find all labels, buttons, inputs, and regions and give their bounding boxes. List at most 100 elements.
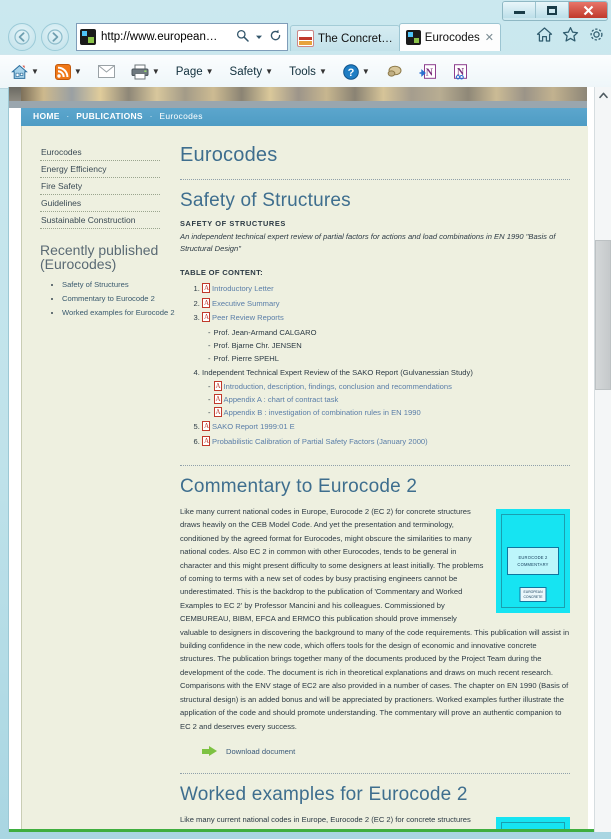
download-document-link[interactable]: Download document (202, 745, 570, 757)
page-menu[interactable]: Page ▼ (173, 60, 217, 84)
list-item[interactable]: Worked examples for Eurocode 2 (62, 308, 192, 317)
forward-button[interactable] (41, 23, 69, 51)
download-label[interactable]: Download document (226, 747, 295, 756)
tools-menu-label: Tools (289, 65, 316, 78)
favorites-star-icon[interactable] (562, 26, 579, 43)
list-item: Peer Review Reports -Prof. Jean-Armand C… (202, 311, 570, 365)
toc-link[interactable]: Executive Summary (212, 299, 280, 308)
breadcrumb-item-publications[interactable]: PUBLICATIONS (76, 111, 143, 121)
tab-close-icon[interactable]: ✕ (485, 31, 494, 44)
site-banner-image (9, 87, 587, 101)
pdf-icon (202, 421, 210, 431)
dash-marker: - (208, 395, 211, 404)
tab-the-concrete[interactable]: The Concret… (290, 25, 400, 51)
toc-link[interactable]: Peer Review Reports (212, 313, 284, 322)
sidebar-link[interactable]: Eurocodes (41, 147, 160, 157)
title-bar (0, 0, 611, 21)
command-bar: ▼ ▼ ▼ Page ▼ Safety ▼ Tools ▼ ? ▼ N N (0, 54, 611, 89)
toc-link[interactable]: Appendix B : investigation of combinatio… (224, 408, 421, 417)
page-body: Eurocodes Energy Efficiency Fire Safety … (21, 126, 588, 832)
table-of-content-list: Introductory Letter Executive Summary Pe… (180, 282, 570, 448)
pdf-addon-button[interactable] (383, 60, 406, 84)
address-input[interactable]: http://www.european… (101, 31, 232, 43)
new-tab-button[interactable] (503, 29, 525, 51)
list-item[interactable]: Commentary to Eurocode 2 (62, 294, 192, 303)
list-item: - Appendix A : chart of contract task (208, 393, 570, 406)
toc-link[interactable]: Appendix A : chart of contract task (224, 395, 339, 404)
pdf-icon (202, 283, 210, 293)
search-icon[interactable] (234, 29, 251, 45)
recent-link[interactable]: Worked examples for Eurocode 2 (62, 308, 175, 317)
tab-strip: The Concret… Eurocodes ✕ (290, 23, 525, 51)
refresh-icon[interactable] (267, 29, 284, 45)
list-item: - Appendix B : investigation of combinati… (208, 406, 570, 419)
cover-line-1: EUROCODE 2 (518, 555, 548, 560)
browser-toolbar-icons (536, 26, 605, 43)
sidebar-item-sustainable-construction[interactable]: Sustainable Construction (40, 212, 160, 229)
chevron-down-icon: ▼ (31, 67, 39, 76)
sidebar-item-guidelines[interactable]: Guidelines (40, 195, 160, 212)
breadcrumb-separator: · (149, 111, 153, 121)
dash-marker: - (208, 382, 211, 391)
sidebar-link[interactable]: Sustainable Construction (41, 215, 160, 225)
chevron-down-icon: ▼ (151, 67, 160, 76)
breadcrumb-item-home[interactable]: HOME (33, 111, 60, 121)
toc-subitem: Prof. Bjarne Chr. JENSEN (213, 340, 302, 350)
toc-link[interactable]: Probabilistic Calibration of Partial Saf… (212, 437, 428, 446)
help-menu[interactable]: ? ▼ (340, 60, 373, 84)
toc-sublist: - Prof. Jean-Armand CALGARO - Prof. Bjarne… (202, 326, 570, 365)
section-description: An independent technical expert review o… (180, 232, 556, 253)
cover-logo: EUROPEAN CONCRETE (519, 587, 547, 602)
back-button[interactable] (8, 23, 36, 51)
vertical-scrollbar[interactable] (594, 87, 611, 832)
read-mail-button[interactable] (95, 60, 118, 84)
onenote-send-button[interactable]: N (416, 60, 439, 84)
minimize-button[interactable] (503, 2, 536, 18)
tools-menu[interactable]: Tools ▼ (286, 60, 330, 84)
sidebar-link[interactable]: Fire Safety (41, 181, 160, 191)
list-item: Independent Technical Expert Review of t… (202, 366, 570, 420)
sidebar-link[interactable]: Guidelines (41, 198, 160, 208)
chevron-down-icon[interactable] (253, 30, 265, 44)
banner-lower-band (9, 101, 587, 108)
onenote-linked-button[interactable]: N (449, 60, 472, 84)
toc-link[interactable]: SAKO Report 1999:01 E (212, 422, 295, 431)
toc-link[interactable]: Introductory Letter (212, 284, 274, 293)
sidebar-link[interactable]: Energy Efficiency (41, 164, 160, 174)
main-content: Eurocodes Safety of Structures SAFETY OF… (180, 126, 588, 832)
home-icon[interactable] (536, 26, 553, 43)
recently-published-title: Recently published (Eurocodes) (40, 242, 159, 272)
sidebar-item-fire-safety[interactable]: Fire Safety (40, 178, 160, 195)
pdf-icon (213, 407, 222, 417)
dash-marker: - (208, 353, 211, 363)
sidebar-item-energy-efficiency[interactable]: Energy Efficiency (40, 161, 160, 178)
dash-marker: - (208, 327, 211, 337)
dash-marker: - (208, 408, 211, 417)
settings-gear-icon[interactable] (588, 26, 605, 43)
rss-feed-icon (54, 63, 71, 80)
toc-link[interactable]: Introduction, description, findings, con… (224, 382, 452, 391)
maximize-button[interactable] (536, 2, 569, 18)
pdf-icon (202, 297, 210, 308)
page-viewport: HOME · PUBLICATIONS · Eurocodes Eurocode… (8, 87, 604, 832)
address-bar[interactable]: http://www.european… (76, 23, 288, 51)
home-button[interactable]: ▼ (8, 60, 42, 84)
cover-title-plate: EUROCODE 2 COMMENTARY (507, 547, 559, 575)
list-item[interactable]: Safety of Structures (62, 280, 192, 289)
green-arrow-icon (202, 745, 217, 757)
tab-eurocodes[interactable]: Eurocodes ✕ (398, 23, 501, 51)
breadcrumb-separator: · (66, 111, 70, 121)
close-button[interactable] (569, 2, 607, 18)
print-button[interactable]: ▼ (128, 60, 163, 84)
safety-menu[interactable]: Safety ▼ (227, 60, 277, 84)
scroll-up-button[interactable] (595, 87, 611, 104)
recent-link[interactable]: Safety of Structures (62, 280, 129, 289)
feeds-button[interactable]: ▼ (52, 60, 85, 84)
recent-link[interactable]: Commentary to Eurocode 2 (62, 294, 155, 303)
sidebar-item-eurocodes[interactable]: Eurocodes (40, 144, 160, 161)
scrollbar-thumb[interactable] (595, 240, 611, 390)
banner-photo-strip (21, 87, 587, 101)
section-heading-worked-examples: Worked examples for Eurocode 2 (180, 783, 468, 805)
recently-published-list: Safety of Structures Commentary to Euroc… (40, 280, 192, 317)
breadcrumb-item-eurocodes: Eurocodes (159, 111, 203, 121)
